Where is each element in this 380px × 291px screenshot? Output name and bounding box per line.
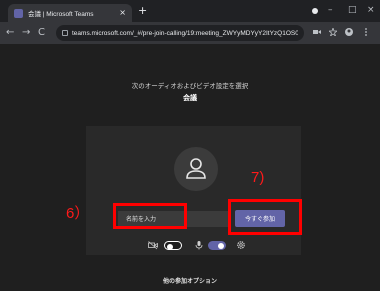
device-controls <box>86 240 301 252</box>
maximize-button[interactable]: □ <box>348 4 357 16</box>
forward-button[interactable]: → <box>22 26 30 40</box>
settings-gear-icon[interactable] <box>236 240 246 250</box>
teams-favicon-icon <box>14 8 23 18</box>
camera-off-icon <box>148 241 158 250</box>
address-bar[interactable]: teams.microsoft.com/_#/pre-join-calling/… <box>56 25 304 41</box>
browser-window: 会議 | Microsoft Teams × + – □ × ← → C tea… <box>0 0 380 291</box>
tab-close-icon[interactable]: × <box>119 9 126 17</box>
tab-title: 会議 | Microsoft Teams <box>28 11 94 18</box>
avatar-person-icon <box>186 158 206 179</box>
step-6-label: 6） <box>66 205 90 222</box>
camera-toggle[interactable] <box>164 241 182 250</box>
meeting-title: 会議 <box>183 94 197 102</box>
avatar <box>174 147 218 191</box>
bookmark-star-icon[interactable] <box>329 28 337 36</box>
step-7-label: 7) <box>251 169 265 186</box>
mic-toggle[interactable] <box>208 241 226 250</box>
close-window-button[interactable]: × <box>367 4 375 16</box>
av-settings-prompt: 次のオーディオおよびビデオ設定を選択 <box>131 82 249 90</box>
other-join-options-link[interactable]: 他の参加オプション <box>0 276 380 285</box>
camera-indicator-icon[interactable] <box>313 28 321 36</box>
reload-button[interactable]: C <box>38 26 45 40</box>
lock-icon <box>62 30 68 36</box>
tab-strip: 会議 | Microsoft Teams × + – □ × <box>0 0 380 22</box>
browser-tab[interactable]: 会議 | Microsoft Teams × <box>8 4 132 22</box>
camera-toggle-knob <box>167 243 173 250</box>
new-tab-button[interactable]: + <box>138 5 147 17</box>
back-button[interactable]: ← <box>6 26 14 40</box>
step-6-highlight <box>113 203 187 229</box>
address-bar-row: ← → C teams.microsoft.com/_#/pre-join-ca… <box>0 22 380 44</box>
profile-icon[interactable] <box>312 8 318 14</box>
mic-toggle-knob <box>218 242 224 249</box>
account-icon[interactable] <box>345 28 353 36</box>
url-text: teams.microsoft.com/_#/pre-join-calling/… <box>72 29 298 37</box>
preview-card: 今すぐ参加 <box>86 126 301 255</box>
prejoin-page: 次のオーディオおよびビデオ設定を選択 会議 今すぐ参加 <box>0 44 380 291</box>
mic-icon <box>195 241 203 250</box>
step-7-highlight <box>228 199 302 235</box>
menu-dots-icon[interactable] <box>362 28 370 36</box>
minimize-button[interactable]: – <box>328 4 333 16</box>
